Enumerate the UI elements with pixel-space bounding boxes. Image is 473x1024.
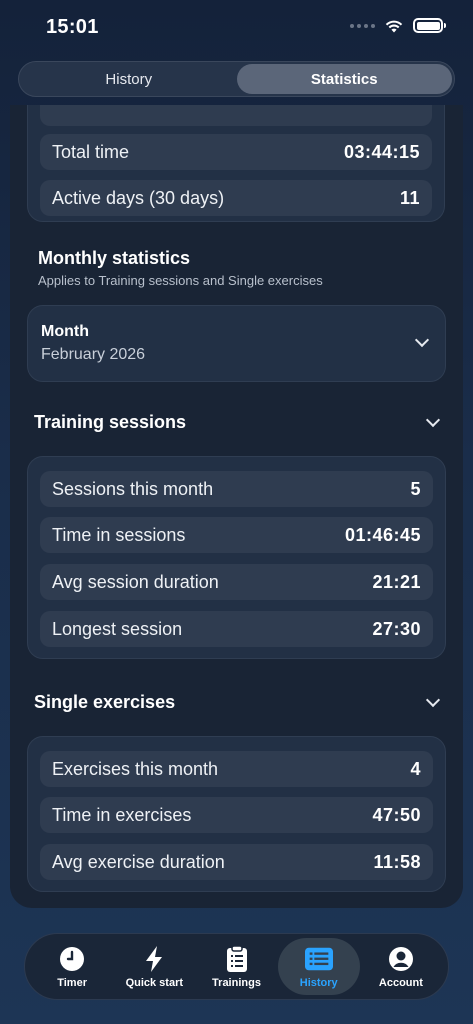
tab-label: Trainings [212, 976, 261, 989]
exercises-this-month-row: Exercises this month 4 [40, 751, 433, 787]
tab-trainings[interactable]: Trainings [195, 938, 277, 995]
total-time-value: 03:44:15 [343, 141, 420, 162]
active-days-value: 11 [399, 187, 420, 208]
clipboard-icon [223, 944, 251, 973]
total-time-label: Total time [52, 141, 130, 162]
single-exercises-card: Exercises this month 4 Time in exercises… [27, 736, 446, 892]
segment-history[interactable]: History [21, 64, 237, 94]
stat-value: 27:30 [372, 618, 421, 639]
battery-icon [413, 18, 446, 33]
statistics-scroll-area[interactable]: Total time 03:44:15 Active days (30 days… [10, 105, 463, 908]
month-label: Month [41, 323, 89, 340]
status-bar: 15:01 [0, 0, 473, 56]
avg-exercise-duration-row: Avg exercise duration 11:58 [40, 844, 433, 880]
stat-label: Time in exercises [52, 804, 192, 825]
stat-value: 47:50 [372, 804, 421, 825]
chevron-down-icon [414, 332, 430, 348]
cellular-signal-icon [350, 23, 375, 28]
tab-bar: Timer Quick start Trainings History Acco… [24, 933, 449, 1000]
stat-label: Sessions this month [52, 478, 214, 499]
overview-row-hidden [40, 105, 432, 126]
tab-account[interactable]: Account [360, 938, 442, 995]
bolt-icon [140, 945, 168, 973]
wifi-icon [385, 20, 403, 32]
month-picker[interactable]: Month February 2026 [27, 305, 446, 382]
stat-value: 4 [410, 758, 421, 779]
month-value: February 2026 [41, 346, 146, 363]
avg-session-duration-row: Avg session duration 21:21 [40, 564, 433, 600]
training-sessions-title[interactable]: Training sessions [34, 412, 186, 433]
stat-label: Exercises this month [52, 758, 219, 779]
training-sessions-chevron-down-icon[interactable] [425, 412, 441, 428]
single-exercises-title[interactable]: Single exercises [34, 692, 175, 713]
stat-value: 01:46:45 [344, 524, 421, 545]
active-days-row: Active days (30 days) 11 [40, 180, 432, 216]
overview-card: Total time 03:44:15 Active days (30 days… [27, 105, 445, 222]
user-icon [387, 945, 415, 973]
time-in-sessions-row: Time in sessions 01:46:45 [40, 517, 433, 553]
stat-label: Longest session [52, 618, 183, 639]
clock-icon [58, 945, 86, 973]
tab-label: Quick start [125, 976, 184, 989]
training-sessions-card: Sessions this month 5 Time in sessions 0… [27, 456, 446, 659]
active-days-label: Active days (30 days) [52, 187, 225, 208]
stat-label: Avg exercise duration [52, 851, 225, 872]
status-time: 15:01 [46, 16, 99, 38]
stat-value: 11:58 [373, 851, 421, 872]
tab-label: Account [378, 976, 423, 989]
tab-quick-start[interactable]: Quick start [113, 938, 195, 995]
stat-value: 5 [410, 478, 421, 499]
stat-label: Time in sessions [52, 524, 186, 545]
monthly-statistics-subtitle: Applies to Training sessions and Single … [38, 273, 323, 288]
status-icons [350, 18, 446, 33]
monthly-statistics-title: Monthly statistics [38, 248, 191, 268]
single-exercises-chevron-down-icon[interactable] [425, 692, 441, 708]
tab-label: History [299, 976, 338, 989]
history-statistics-switch: History Statistics [18, 61, 455, 97]
stat-value: 21:21 [372, 571, 421, 592]
sessions-this-month-row: Sessions this month 5 [40, 471, 433, 507]
longest-session-row: Longest session 27:30 [40, 611, 433, 647]
segment-statistics[interactable]: Statistics [236, 64, 452, 94]
stat-label: Avg session duration [52, 571, 219, 592]
tab-timer[interactable]: Timer [31, 938, 113, 995]
tab-label: Timer [57, 976, 87, 989]
time-in-exercises-row: Time in exercises 47:50 [40, 797, 433, 833]
total-time-row: Total time 03:44:15 [40, 134, 432, 170]
tab-history[interactable]: History [277, 938, 360, 995]
list-icon [304, 945, 333, 973]
